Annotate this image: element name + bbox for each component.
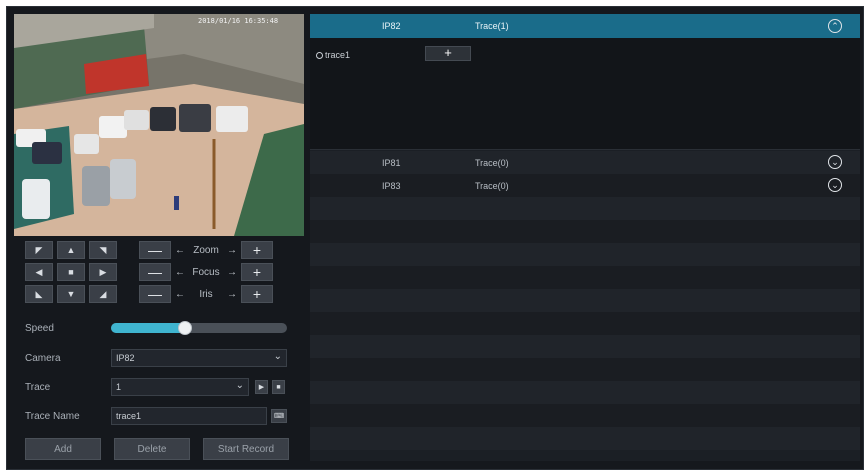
trace-detail-area: trace1 + — [310, 38, 860, 150]
start-record-button[interactable]: Start Record — [203, 438, 289, 460]
expand-icon[interactable]: ⌄ — [828, 178, 842, 192]
iris-label: Iris — [199, 288, 213, 300]
camera-select[interactable]: IP82 ⌄ — [111, 349, 287, 367]
list-row-empty — [310, 381, 860, 404]
row-camera-name: IP83 — [382, 181, 401, 191]
trace-item[interactable]: trace1 — [316, 50, 350, 60]
list-row[interactable]: IP81 Trace(0) ⌄ — [310, 151, 860, 174]
list-row-empty — [310, 427, 860, 450]
chevron-down-icon: ⌄ — [273, 351, 282, 362]
list-row-empty — [310, 220, 860, 243]
trace-select[interactable]: 1 ⌄ — [111, 378, 249, 396]
delete-button[interactable]: Delete — [114, 438, 190, 460]
stop-button[interactable]: ■ — [57, 263, 85, 281]
trace-name-input[interactable]: trace1 — [111, 407, 267, 425]
collapse-icon[interactable]: ⌃ — [828, 19, 842, 33]
zoom-out-button[interactable]: — — [139, 241, 171, 259]
iris-control: — ← Iris → + — [139, 285, 273, 303]
trace-stop-button[interactable]: ■ — [272, 380, 285, 394]
trace-item-label: trace1 — [325, 50, 351, 60]
list-row-empty — [310, 197, 860, 220]
list-row-empty — [310, 243, 860, 266]
trace-label: Trace — [25, 382, 51, 393]
zoom-in-arrow-icon: → — [227, 244, 237, 256]
row-camera-name: IP82 — [382, 21, 401, 31]
zoom-in-button[interactable]: + — [241, 241, 273, 259]
trace-name-label: Trace Name — [25, 411, 80, 422]
zoom-label: Zoom — [193, 244, 219, 256]
add-trace-button[interactable]: + — [425, 46, 471, 61]
row-trace-count: Trace(0) — [475, 158, 509, 168]
list-row-empty — [310, 335, 860, 358]
list-row[interactable]: IP83 Trace(0) ⌄ — [310, 174, 860, 197]
focus-far-button[interactable]: + — [241, 263, 273, 281]
list-row-expanded[interactable]: IP82 Trace(1) ⌃ — [310, 14, 860, 38]
zoom-control: — ← Zoom → + — [139, 241, 273, 259]
trace-list-panel: IP82 Trace(1) ⌃ trace1 + IP81 Trace(0) ⌄… — [310, 14, 860, 461]
speed-slider-fill — [111, 323, 185, 333]
speed-label: Speed — [25, 323, 54, 334]
iris-open-arrow-icon: → — [227, 288, 237, 300]
chevron-down-icon: ⌄ — [235, 380, 244, 391]
pan-up-button[interactable]: ▲ — [57, 241, 85, 259]
focus-near-arrow-icon: ← — [175, 266, 185, 278]
focus-label: Focus — [192, 266, 220, 278]
list-row-empty — [310, 358, 860, 381]
focus-near-button[interactable]: — — [139, 263, 171, 281]
focus-far-arrow-icon: → — [227, 266, 237, 278]
list-row-empty — [310, 289, 860, 312]
iris-close-button[interactable]: — — [139, 285, 171, 303]
camera-label: Camera — [25, 353, 61, 364]
pan-left-button[interactable]: ◀ — [25, 263, 53, 281]
row-camera-name: IP81 — [382, 158, 401, 168]
list-row-empty — [310, 404, 860, 427]
iris-close-arrow-icon: ← — [175, 288, 185, 300]
pan-down-button[interactable]: ▼ — [57, 285, 85, 303]
pan-up-left-button[interactable]: ◤ — [25, 241, 53, 259]
video-timestamp: 2018/01/16 16:35:48 — [198, 17, 279, 25]
pan-down-right-button[interactable]: ◢ — [89, 285, 117, 303]
speed-slider[interactable] — [111, 321, 287, 335]
ptz-trace-window: 2018/01/16 16:35:48 ◤ ▲ ◥ ◀ ■ ▶ ◣ ▼ ◢ — ← Zoom →… — [6, 6, 864, 470]
pan-right-button[interactable]: ▶ — [89, 263, 117, 281]
speed-slider-handle[interactable] — [177, 321, 192, 335]
live-video-preview: 2018/01/16 16:35:48 — [14, 14, 304, 236]
camera-select-value: IP82 — [116, 353, 135, 363]
expand-icon[interactable]: ⌄ — [828, 155, 842, 169]
list-row-empty — [310, 266, 860, 289]
focus-control: — ← Focus → + — [139, 263, 273, 281]
trace-play-button[interactable]: ▶ — [255, 380, 268, 394]
left-panel: 2018/01/16 16:35:48 ◤ ▲ ◥ ◀ ■ ▶ ◣ ▼ ◢ — ← Zoom →… — [7, 7, 307, 471]
row-trace-count: Trace(0) — [475, 181, 509, 191]
trace-name-value: trace1 — [116, 411, 142, 421]
ptz-direction-pad: ◤ ▲ ◥ ◀ ■ ▶ ◣ ▼ ◢ — [25, 241, 117, 303]
camera-scene-image — [14, 14, 304, 236]
add-button[interactable]: Add — [25, 438, 101, 460]
row-trace-count: Trace(1) — [475, 21, 509, 31]
trace-radio[interactable] — [316, 52, 323, 59]
list-row-empty — [310, 312, 860, 335]
pan-up-right-button[interactable]: ◥ — [89, 241, 117, 259]
keyboard-icon[interactable]: ⌨ — [271, 409, 287, 423]
zoom-out-arrow-icon: ← — [175, 244, 185, 256]
iris-open-button[interactable]: + — [241, 285, 273, 303]
pan-down-left-button[interactable]: ◣ — [25, 285, 53, 303]
trace-select-value: 1 — [116, 382, 122, 392]
